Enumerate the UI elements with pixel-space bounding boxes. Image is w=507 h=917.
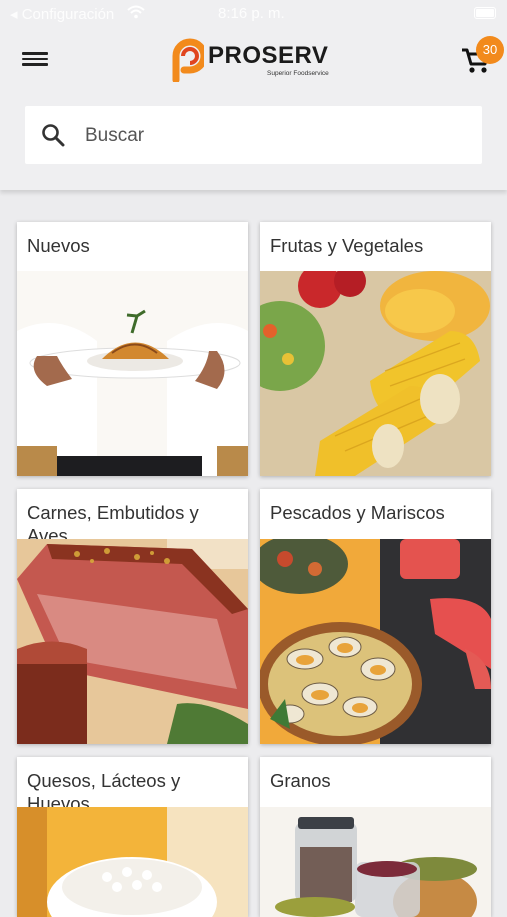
category-card-pescados-mariscos[interactable]: Pescados y Mariscos <box>260 489 491 744</box>
category-image-frutas-vegetales <box>260 271 491 476</box>
category-card-carnes[interactable]: Carnes, Embutidos y Aves <box>17 489 248 744</box>
brand-tagline: Superior Foodservice <box>267 70 329 77</box>
brand-name: PROSERV <box>208 42 329 69</box>
search-bar[interactable] <box>25 106 482 166</box>
category-image-granos <box>260 807 491 917</box>
proserv-logo-mark-icon <box>172 38 204 82</box>
category-title: Granos <box>270 770 331 791</box>
hamburger-icon <box>22 52 48 55</box>
menu-button[interactable] <box>22 49 48 71</box>
wifi-icon <box>127 5 145 19</box>
category-image-quesos-lacteos <box>17 807 248 917</box>
cart-count-badge: 30 <box>476 36 504 64</box>
search-input[interactable] <box>83 106 467 166</box>
back-to-settings-link[interactable]: ◂ Configuración <box>10 5 114 23</box>
category-card-quesos-lacteos[interactable]: Quesos, Lácteos y Huevos <box>17 757 248 917</box>
category-card-nuevos[interactable]: Nuevos <box>17 222 248 476</box>
category-title: Frutas y Vegetales <box>270 235 424 256</box>
status-bar: ◂ Configuración 8:16 p. m. <box>0 0 507 26</box>
category-image-carnes <box>17 539 248 744</box>
category-card-granos[interactable]: Granos <box>260 757 491 917</box>
app-header: ◂ Configuración 8:16 p. m. PROSERV Super… <box>0 0 507 190</box>
category-card-frutas-vegetales[interactable]: Frutas y Vegetales <box>260 222 491 476</box>
category-title: Pescados y Mariscos <box>270 502 445 523</box>
category-title: Nuevos <box>27 235 90 256</box>
category-image-pescados-mariscos <box>260 539 491 744</box>
battery-icon <box>474 7 496 19</box>
category-image-nuevos <box>17 271 248 476</box>
hamburger-line <box>22 57 48 60</box>
search-icon <box>42 124 65 147</box>
status-time: 8:16 p. m. <box>218 5 285 22</box>
brand-logo: PROSERV Superior Foodservice <box>168 36 343 84</box>
hamburger-line <box>22 63 48 66</box>
